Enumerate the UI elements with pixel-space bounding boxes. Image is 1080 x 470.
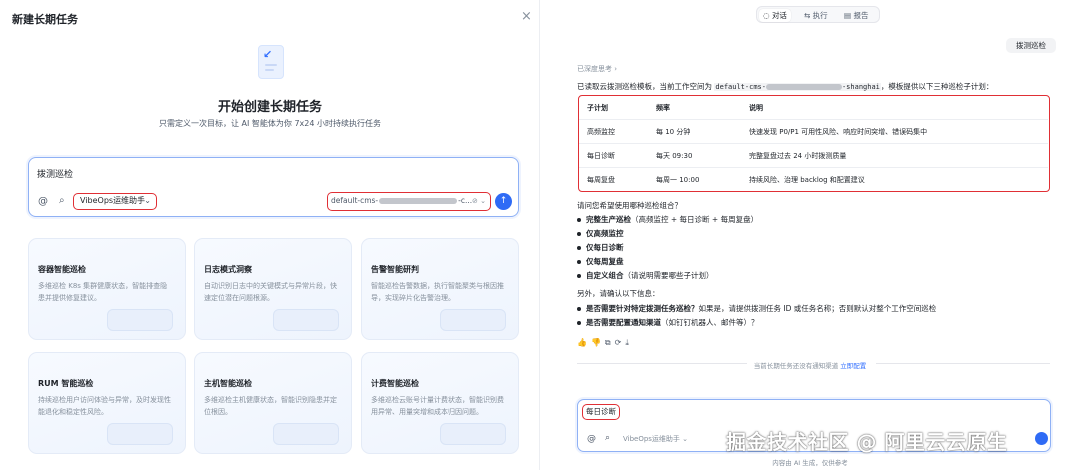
workspace-selector[interactable]: default-cms- -c... ⊘ ⌄ xyxy=(327,192,491,211)
table-row: 高频监控 每 10 分钟 快速发现 P0/P1 可用性风险、响应时间突增、错误码… xyxy=(579,120,1048,144)
card-illustration xyxy=(107,423,173,445)
mention-icon[interactable]: @ xyxy=(38,196,48,207)
template-card[interactable]: RUM 智能巡检 持续巡检用户访问体验与异常，及时发现性能退化和稳定性风险。 xyxy=(28,352,186,454)
notify-notice: 当前长期任务还没有通知渠道 立即配置 xyxy=(753,362,867,370)
confirm-heading: 另外，请确认以下信息： xyxy=(577,289,660,298)
chevron-down-icon: ⊘ ⌄ xyxy=(472,197,486,205)
card-title: RUM 智能巡检 xyxy=(38,379,94,388)
template-card[interactable]: 计费智能巡检 多维巡检云账号计量计费状态，智能识别费用异常、用量突增和成本归因问… xyxy=(361,352,519,454)
table-row: 每周复盘 每周一 10:00 持续风险、治理 backlog 和配置建议 xyxy=(587,176,865,184)
card-title: 主机智能巡检 xyxy=(204,379,252,388)
close-icon[interactable]: × xyxy=(521,9,532,24)
workspace-suffix: -c... xyxy=(458,196,473,205)
card-title: 容器智能巡检 xyxy=(38,265,86,274)
send-button[interactable] xyxy=(1035,432,1048,445)
template-card[interactable]: 容器智能巡检 多维巡检 K8s 集群健康状态，智能排查隐患并提供修复建议。 xyxy=(28,238,186,340)
tab-execute[interactable]: ⇆ 执行 xyxy=(800,9,832,22)
card-illustration xyxy=(440,309,506,331)
subplan-table: 子计划 频率 说明 高频监控 每 10 分钟 快速发现 P0/P1 可用性风险、… xyxy=(578,95,1050,192)
ai-disclaimer: 内容由 AI 生成，仅供参考 xyxy=(772,459,848,467)
card-desc: 多维巡检云账号计量计费状态，智能识别费用异常、用量突增和成本归因问题。 xyxy=(371,396,504,416)
view-tabs: ◌ 对话 ⇆ 执行 ▤ 报告 xyxy=(756,6,880,23)
configure-now-link[interactable]: 立即配置 xyxy=(840,362,866,370)
document-icon: ↙ xyxy=(258,45,284,79)
card-title: 日志模式洞察 xyxy=(204,265,252,274)
assistant-intro: 已读取云拨测巡检模板，当前工作空间为 default-cms- -shanghai… xyxy=(577,82,994,91)
hero-subtitle: 只需定义一次目标，让 AI 智能体为你 7x24 小时持续执行任务 xyxy=(158,119,381,128)
tab-report[interactable]: ▤ 报告 xyxy=(840,9,872,22)
mention-icon[interactable]: @ xyxy=(587,434,596,444)
question-text: 请问您希望使用哪种巡检组合？ xyxy=(577,201,682,210)
template-card[interactable]: 主机智能巡检 多维巡检主机健康状态，智能识别隐患并定位根因。 xyxy=(194,352,352,454)
redacted-mask xyxy=(379,198,458,204)
hero-title: 开始创建长期任务 xyxy=(217,100,322,115)
option-item: 仅每日诊断 xyxy=(577,242,624,253)
panel-title: 新建长期任务 xyxy=(12,13,78,26)
attachment-icon[interactable]: ⌕ xyxy=(59,195,65,206)
thinking-toggle[interactable]: 已深度思考 › xyxy=(577,64,617,74)
tab-chat[interactable]: ◌ 对话 xyxy=(759,9,791,22)
agent-selector[interactable]: VibeOps运维助手 ⌄ xyxy=(623,434,688,444)
redacted-mask xyxy=(765,84,842,90)
card-illustration xyxy=(107,309,173,331)
message-actions[interactable]: 👍👎⧉⟳⤓ xyxy=(577,338,633,348)
app-root: 新建长期任务 × ↙ 开始创建长期任务 只需定义一次目标，让 AI 智能体为你 … xyxy=(0,0,1080,470)
user-message: 拨测巡检 xyxy=(1006,38,1056,53)
card-illustration xyxy=(440,423,506,445)
chevron-down-icon: ⌄ xyxy=(144,196,151,205)
card-desc: 多维巡检主机健康状态，智能识别隐患并定位根因。 xyxy=(204,396,337,416)
card-desc: 多维巡检 K8s 集群健康状态，智能排查隐患并提供修复建议。 xyxy=(38,282,168,302)
option-item: 仅高频监控 xyxy=(577,228,624,239)
option-item: 完整生产巡检（高频监控 + 每日诊断 + 每周复盘） xyxy=(577,214,758,225)
task-input[interactable]: 拨测巡检 @ ⌕ VibeOps运维助手 ⌄ default-cms- -c...… xyxy=(28,157,519,217)
workspace-prefix: default-cms- xyxy=(331,196,379,205)
table-header: 子计划 频率 说明 xyxy=(579,96,1048,120)
task-input-text[interactable]: 拨测巡检 xyxy=(37,167,73,180)
card-title: 告警智能研判 xyxy=(371,265,419,274)
agent-selector[interactable]: VibeOps运维助手 ⌄ xyxy=(73,193,157,210)
table-row: 每日诊断 每天 09:30 完整复盘过去 24 小时拨测质量 xyxy=(579,144,1048,168)
card-desc: 持续巡检用户访问体验与异常，及时发现性能退化和稳定性风险。 xyxy=(38,396,171,416)
new-task-panel: 新建长期任务 × ↙ 开始创建长期任务 只需定义一次目标，让 AI 智能体为你 … xyxy=(0,0,540,470)
option-item: 自定义组合（请说明需要哪些子计划） xyxy=(577,270,714,281)
watermark: 掘金技术社区 @ 阿里云云原生 xyxy=(726,430,1008,454)
card-title: 计费智能巡检 xyxy=(371,379,419,388)
attachment-icon[interactable]: ⌕ xyxy=(605,433,610,443)
confirm-item: 是否需要配置通知渠道（如钉钉机器人、邮件等）？ xyxy=(577,317,759,328)
confirm-item: 是否需要针对特定拨测任务巡检？如果是，请提供拨测任务 ID 或任务名称；否则默认… xyxy=(577,303,936,314)
template-card[interactable]: 告警智能研判 智能巡检告警数据，执行智能聚类与根因推导，实现碎片化告警治理。 xyxy=(361,238,519,340)
template-card[interactable]: 日志模式洞察 自动识别日志中的关键模式与异常片段，快速定位潜在问题根源。 xyxy=(194,238,352,340)
send-button[interactable]: ↑ xyxy=(495,193,512,210)
option-item: 仅每周复盘 xyxy=(577,256,624,267)
card-illustration xyxy=(273,309,339,331)
card-illustration xyxy=(273,423,339,445)
chat-panel: ◌ 对话 ⇆ 执行 ▤ 报告 拨测巡检 已深度思考 › 已读取云拨测巡检模板，当… xyxy=(540,0,1080,470)
chat-input-text[interactable]: 每日诊断 xyxy=(582,404,620,420)
template-cards: 容器智能巡检 多维巡检 K8s 集群健康状态，智能排查隐患并提供修复建议。 日志… xyxy=(28,238,520,454)
agent-selector-label: VibeOps运维助手 xyxy=(80,196,146,205)
card-desc: 自动识别日志中的关键模式与异常片段，快速定位潜在问题根源。 xyxy=(204,282,337,302)
card-desc: 智能巡检告警数据，执行智能聚类与根因推导，实现碎片化告警治理。 xyxy=(371,282,504,302)
